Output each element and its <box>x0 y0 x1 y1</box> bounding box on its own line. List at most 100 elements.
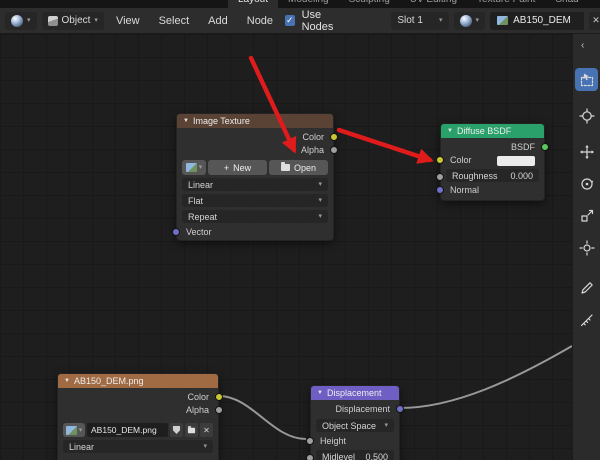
tab-layout[interactable]: Layout <box>228 0 279 8</box>
menu-node[interactable]: Node <box>240 15 280 27</box>
slot-dropdown[interactable]: Slot 1 ▾ <box>391 11 449 30</box>
output-row-alpha: Alpha <box>58 404 223 417</box>
tool-cursor-button[interactable] <box>575 104 598 127</box>
node-title: Image Texture <box>192 116 250 126</box>
midlevel-slider[interactable]: Midlevel 0.500 <box>316 450 394 460</box>
node-title: Displacement <box>326 388 382 398</box>
chevron-down-icon: ▾ <box>94 17 98 24</box>
color-output-socket[interactable] <box>330 133 338 141</box>
image-datablock-field[interactable]: AB150_DEM <box>490 11 585 30</box>
extension-dropdown[interactable]: Repeat ▾ <box>182 210 328 223</box>
output-label: Alpha <box>185 405 209 415</box>
color-input-socket[interactable] <box>436 156 444 164</box>
interpolation-value: Linear <box>69 441 95 452</box>
bsdf-output-socket[interactable] <box>541 143 549 151</box>
projection-dropdown[interactable]: Flat ▾ <box>182 194 328 207</box>
tool-scale-button[interactable] <box>575 204 598 227</box>
material-preview-dropdown[interactable]: ▾ <box>453 11 486 30</box>
collapse-icon[interactable]: ▼ <box>183 118 189 124</box>
midlevel-input-socket[interactable] <box>306 454 314 460</box>
open-file-button[interactable] <box>185 423 198 437</box>
vector-input-socket[interactable] <box>172 228 180 236</box>
tool-transform-button[interactable] <box>575 236 598 259</box>
displacement-output-socket[interactable] <box>396 405 404 413</box>
browse-image-dropdown[interactable]: ▾ <box>63 423 85 437</box>
cursor-icon <box>578 107 595 124</box>
open-label: Open <box>293 162 317 173</box>
alpha-output-socket[interactable] <box>215 406 223 414</box>
chevron-left-icon[interactable]: ‹ <box>581 40 584 51</box>
tool-annotate-button[interactable] <box>575 276 598 299</box>
collapse-icon[interactable]: ▼ <box>317 390 323 396</box>
menu-add[interactable]: Add <box>201 15 235 27</box>
image-name-field[interactable]: AB150_DEM.png <box>87 423 168 437</box>
tool-rotate-button[interactable] <box>575 172 598 195</box>
shader-editor-icon <box>11 14 23 27</box>
normal-input-socket[interactable] <box>436 186 444 194</box>
tab-uv-editing[interactable]: UV Editing <box>400 0 467 8</box>
roughness-input-socket[interactable] <box>436 173 444 181</box>
editor-type-dropdown[interactable]: ▾ <box>5 11 37 30</box>
browse-image-dropdown[interactable]: ▾ <box>182 160 206 175</box>
roughness-slider[interactable]: Roughness 0.000 <box>446 169 539 182</box>
output-label: Alpha <box>300 145 324 155</box>
shield-icon <box>173 426 180 434</box>
unlink-datablock-button[interactable]: ✕ <box>589 11 600 30</box>
unlink-image-button[interactable]: ✕ <box>200 423 213 437</box>
collapse-icon[interactable]: ▼ <box>64 378 70 384</box>
tab-texture-paint[interactable]: Texture Paint <box>467 0 545 8</box>
move-icon <box>579 144 594 159</box>
tool-move-button[interactable] <box>575 140 598 163</box>
shader-mode-dropdown[interactable]: Object ▾ <box>41 11 104 30</box>
fake-user-button[interactable] <box>170 423 183 437</box>
node-image-texture[interactable]: ▼ Image Texture Color Alpha ▾ + New Open… <box>172 113 338 241</box>
node-canvas[interactable]: ▼ Image Texture Color Alpha ▾ + New Open… <box>0 34 572 460</box>
space-dropdown[interactable]: Object Space ▾ <box>316 419 394 432</box>
tab-modeling[interactable]: Modeling <box>278 0 339 8</box>
datablock-name: AB150_DEM <box>513 15 571 26</box>
output-row-color: Color <box>177 131 338 144</box>
tab-shading[interactable]: Shad <box>545 0 588 8</box>
use-nodes-checkbox[interactable]: ✓ <box>285 15 295 26</box>
blender-window: Layout Modeling Sculpting UV Editing Tex… <box>0 0 600 460</box>
tab-sculpting[interactable]: Sculpting <box>339 0 400 8</box>
input-row-normal: Normal <box>436 184 544 197</box>
node-diffuse-header[interactable]: ▼ Diffuse BSDF <box>441 124 544 138</box>
node-image-file-header[interactable]: ▼ AB150_DEM.png <box>58 374 218 388</box>
space-value: Object Space <box>322 420 377 431</box>
color-swatch[interactable] <box>497 155 535 166</box>
open-image-button[interactable]: Open <box>269 160 328 175</box>
height-input-socket[interactable] <box>306 437 314 445</box>
midlevel-value: 0.500 <box>365 451 388 460</box>
workspace-tabs: Layout Modeling Sculpting UV Editing Tex… <box>0 0 600 8</box>
projection-value: Flat <box>188 195 204 206</box>
output-label: BSDF <box>510 142 535 152</box>
node-title: Diffuse BSDF <box>456 126 512 136</box>
box-select-icon <box>580 73 593 86</box>
tool-measure-button[interactable] <box>575 308 598 331</box>
menu-select[interactable]: Select <box>152 15 197 27</box>
color-output-socket[interactable] <box>215 393 223 401</box>
node-displacement[interactable]: ▼ Displacement Displacement Object Space… <box>306 385 404 460</box>
chevron-down-icon: ▾ <box>384 422 388 429</box>
midlevel-label: Midlevel <box>322 451 356 460</box>
image-icon <box>185 163 197 172</box>
node-image-file[interactable]: ▼ AB150_DEM.png Color Alpha ▾ AB150_DEM.… <box>57 373 223 460</box>
interpolation-dropdown[interactable]: Linear ▾ <box>63 440 213 453</box>
interpolation-dropdown[interactable]: Linear ▾ <box>182 178 328 191</box>
extension-value: Repeat <box>188 211 218 222</box>
node-diffuse-bsdf[interactable]: ▼ Diffuse BSDF BSDF Color Roughness 0.00… <box>436 123 549 201</box>
new-image-button[interactable]: + New <box>208 160 267 175</box>
menu-view[interactable]: View <box>109 15 147 27</box>
alpha-output-socket[interactable] <box>330 146 338 154</box>
input-row-height: Height <box>306 435 399 448</box>
tool-box-select-button[interactable] <box>575 68 598 91</box>
folder-icon <box>187 425 196 433</box>
node-displacement-header[interactable]: ▼ Displacement <box>311 386 399 400</box>
input-row-midlevel: Midlevel 0.500 <box>306 450 399 460</box>
chevron-down-icon: ▾ <box>78 426 83 434</box>
node-image-texture-header[interactable]: ▼ Image Texture <box>177 114 333 128</box>
folder-icon <box>280 162 290 171</box>
collapse-icon[interactable]: ▼ <box>447 128 453 134</box>
output-label: Color <box>187 392 209 402</box>
